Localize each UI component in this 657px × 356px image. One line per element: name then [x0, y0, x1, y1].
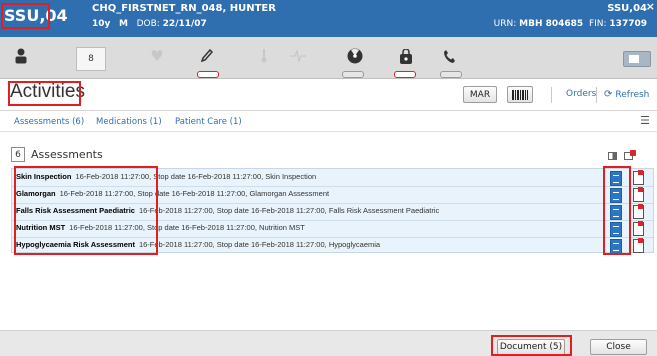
refresh-icon: ⟳: [604, 89, 613, 100]
fin-label: FIN:: [588, 19, 607, 29]
flag-dot: [630, 150, 636, 156]
lock-icon[interactable]: [395, 45, 417, 67]
phone-icon[interactable]: [438, 45, 460, 67]
radiation-icon[interactable]: [344, 45, 366, 67]
assessment-detail: 16-Feb-2018 11:27:00, Stop date 16-Feb-2…: [138, 206, 440, 215]
assessment-count: 6: [11, 147, 25, 162]
document-flag-icon[interactable]: [633, 204, 644, 219]
envelope-icon: [629, 55, 639, 63]
close-button[interactable]: Close: [590, 339, 647, 355]
row-text: Glamorgan 16-Feb-2018 11:27:00, Stop date…: [16, 189, 329, 198]
table-row[interactable]: Falls Risk Assessment Paediatric 16-Feb-2…: [12, 203, 653, 221]
fin-value: 137709: [609, 19, 647, 29]
section-title: Assessments: [31, 148, 103, 161]
row-text: Skin Inspection 16-Feb-2018 11:27:00, Sto…: [16, 172, 316, 181]
patient-info: 10y M DOB: 22/11/07: [92, 19, 207, 29]
table-row[interactable]: Hypoglycaemia Risk Assessment 16-Feb-2018…: [12, 237, 653, 254]
table-row[interactable]: Skin Inspection 16-Feb-2018 11:27:00, Sto…: [12, 169, 653, 187]
ward-label: SSU,04: [4, 6, 68, 25]
patient-header: SSU,04 CHQ_FIRSTNET_RN_048, HUNTER 10y M…: [0, 0, 657, 37]
urn-value: MBH 804685: [519, 19, 584, 29]
document-flag-icon[interactable]: [633, 170, 644, 185]
tab-assessments[interactable]: Assessments (6): [14, 117, 84, 127]
patient-ids: URN: MBH 804685 FIN: 137709: [494, 19, 647, 29]
assessments-table: Skin Inspection 16-Feb-2018 11:27:00, Sto…: [11, 168, 654, 254]
tab-8[interactable]: 8: [76, 47, 106, 71]
barcode-button[interactable]: [507, 86, 533, 103]
assessment-detail: 16-Feb-2018 11:27:00, Stop date 16-Feb-2…: [75, 172, 317, 181]
tab-bar: Assessments (6) Medications (1) Patient …: [0, 110, 657, 132]
tab-patient-care[interactable]: Patient Care (1): [175, 117, 242, 127]
tab-medications[interactable]: Medications (1): [96, 117, 162, 127]
document-icon[interactable]: [610, 205, 622, 220]
assessment-name: Falls Risk Assessment Paediatric: [16, 206, 135, 215]
thermometer-icon[interactable]: [253, 45, 275, 67]
row-text: Falls Risk Assessment Paediatric 16-Feb-2…: [16, 206, 439, 215]
assessment-name: Glamorgan: [16, 189, 56, 198]
person-icon[interactable]: [10, 45, 32, 67]
assessment-name: Hypoglycaemia Risk Assessment: [16, 240, 135, 249]
assessment-name: Nutrition MST: [16, 223, 66, 232]
patient-sex: M: [119, 19, 128, 29]
table-row[interactable]: Nutrition MST 16-Feb-2018 11:27:00, Stop …: [12, 220, 653, 238]
radiation-status-bar: [342, 71, 364, 78]
document-flag-icon[interactable]: [633, 187, 644, 202]
assessment-detail: 16-Feb-2018 11:27:00, Stop date 16-Feb-2…: [138, 240, 381, 249]
heart-icon[interactable]: ♥: [146, 45, 168, 67]
refresh-link[interactable]: ⟳ Refresh: [604, 89, 649, 100]
row-text: Nutrition MST 16-Feb-2018 11:27:00, Stop …: [16, 223, 305, 232]
dob-label: DOB:: [136, 19, 160, 29]
pulse-icon[interactable]: [287, 45, 309, 67]
pen-status-bar: [197, 71, 219, 78]
document-flag-icon[interactable]: [633, 238, 644, 253]
document-icon[interactable]: [610, 171, 622, 186]
assessment-name: Skin Inspection: [16, 172, 72, 181]
menu-icon[interactable]: ☰: [640, 114, 650, 127]
page-title: Activities: [10, 81, 85, 102]
assessment-detail: 16-Feb-2018 11:27:00, Stop date 16-Feb-2…: [69, 223, 305, 232]
document-flag-icon[interactable]: [633, 221, 644, 236]
barcode-icon: [512, 89, 528, 100]
urn-label: URN:: [493, 19, 517, 29]
divider: [551, 87, 552, 103]
row-text: Hypoglycaemia Risk Assessment 16-Feb-2018…: [16, 240, 380, 249]
document-icon[interactable]: [610, 222, 622, 237]
mar-button[interactable]: MAR: [463, 86, 497, 103]
toggle-view-icon[interactable]: [608, 152, 617, 160]
patient-dob: 22/11/07: [162, 19, 207, 29]
mail-button[interactable]: [623, 51, 651, 67]
patient-age: 10y: [92, 19, 111, 29]
table-row[interactable]: Glamorgan 16-Feb-2018 11:27:00, Stop date…: [12, 186, 653, 204]
phone-status-bar: [440, 71, 462, 78]
assessment-detail: 16-Feb-2018 11:27:00, Stop date 16-Feb-2…: [59, 189, 330, 198]
divider: [596, 87, 597, 103]
header-ward-right: SSU,04: [607, 3, 647, 14]
orders-link[interactable]: Orders: [566, 89, 596, 99]
lock-status-bar: [394, 71, 416, 78]
pen-icon[interactable]: [196, 45, 218, 67]
refresh-label: Refresh: [615, 90, 650, 100]
patient-name: CHQ_FIRSTNET_RN_048, HUNTER: [92, 3, 276, 14]
document-icon[interactable]: [610, 188, 622, 203]
document-icon[interactable]: [610, 239, 622, 254]
close-icon[interactable]: ×: [646, 0, 655, 13]
document-button[interactable]: Document (5): [497, 339, 565, 355]
